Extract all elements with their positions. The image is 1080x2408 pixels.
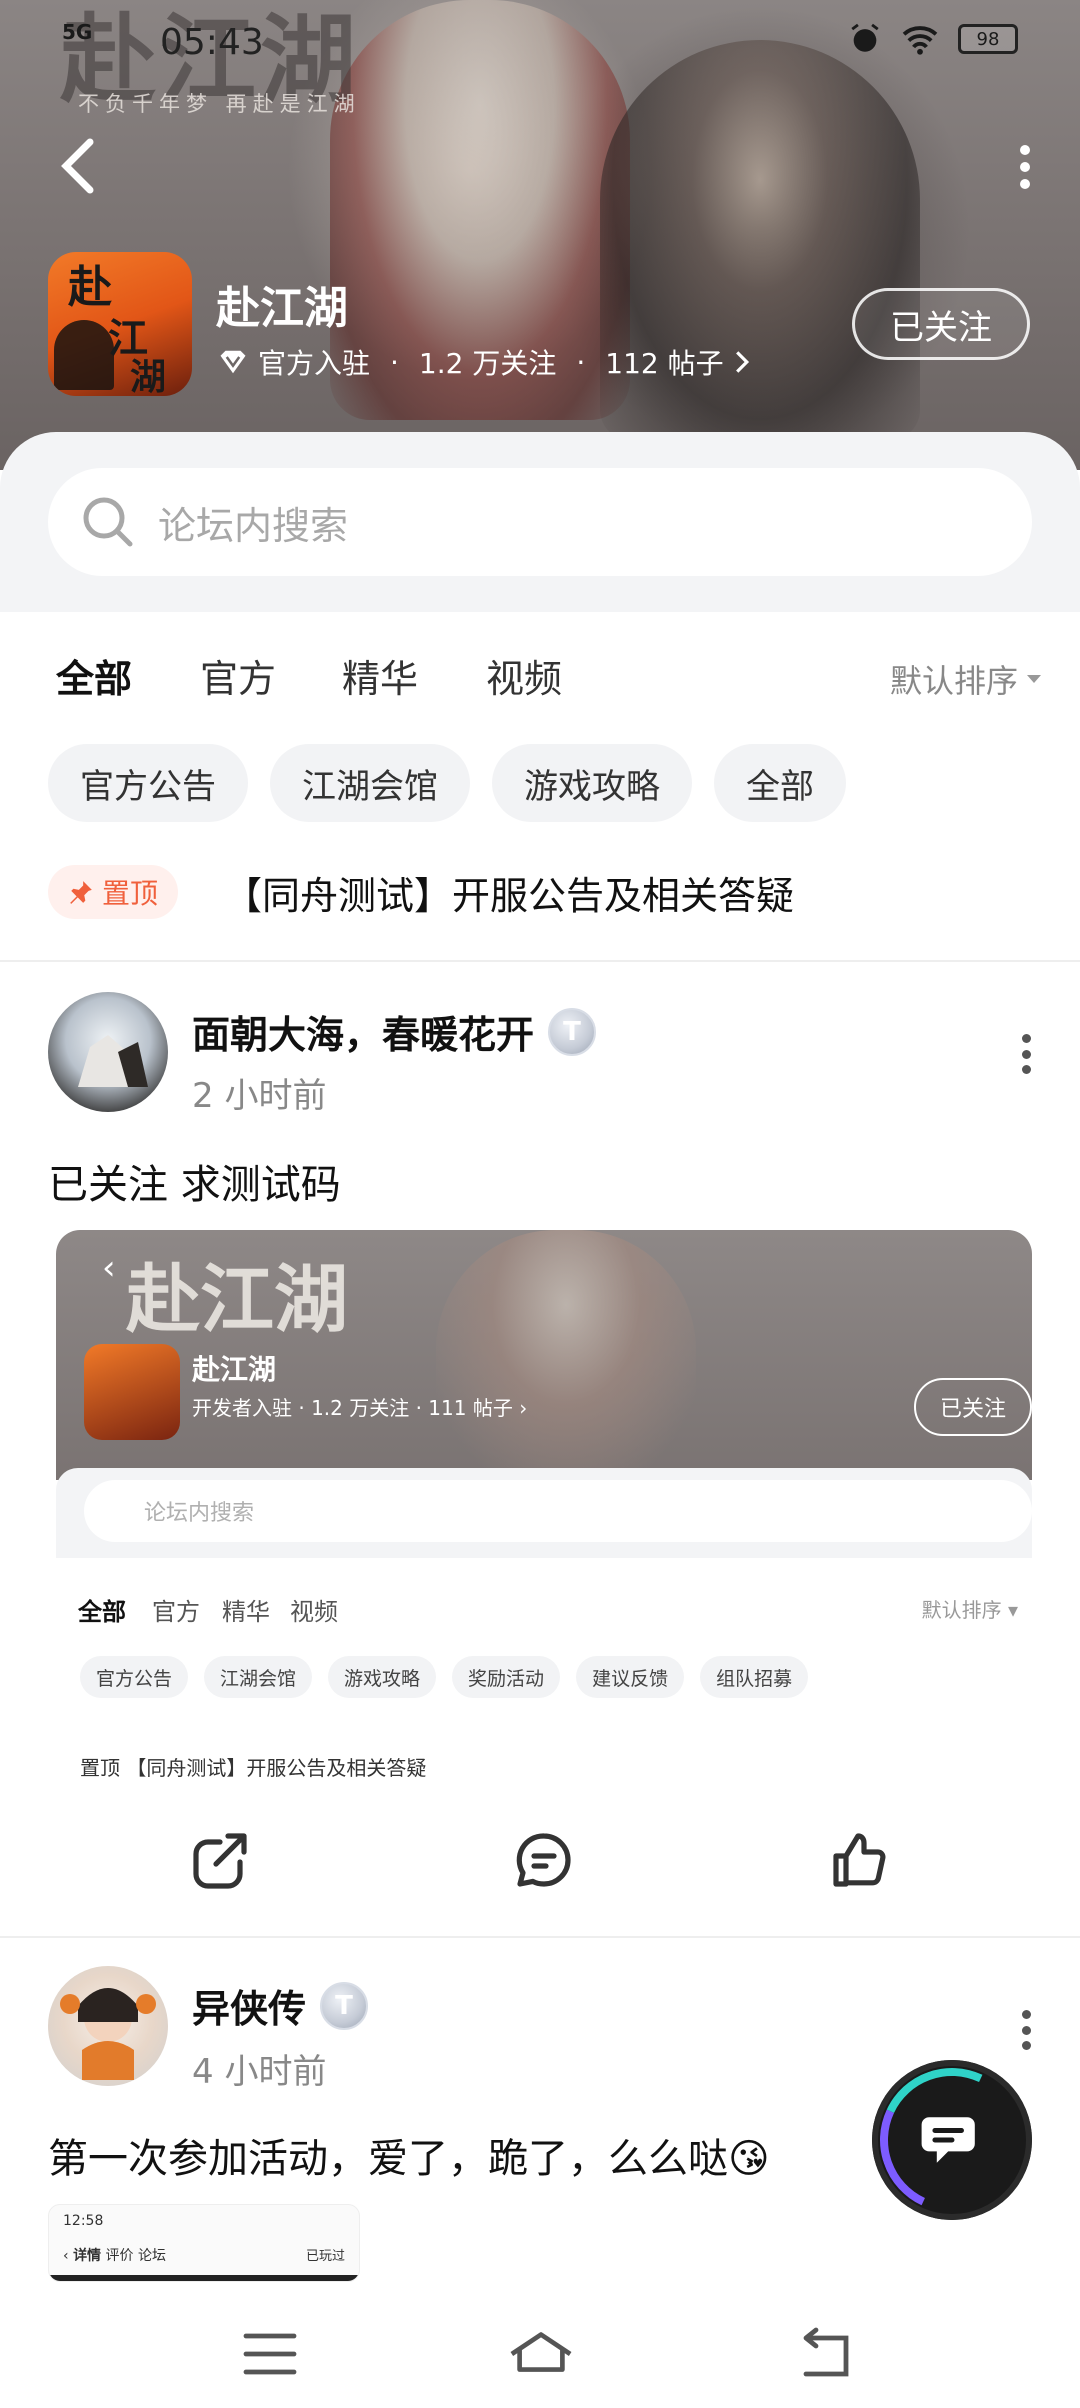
tab-all[interactable]: 全部 bbox=[56, 648, 132, 709]
chat-fab-button[interactable] bbox=[859, 2047, 1045, 2233]
pin-icon bbox=[70, 881, 92, 904]
status-time: 05:43 bbox=[160, 22, 264, 63]
post-image[interactable]: ‹ 赴江湖 赴江湖 开发者入驻 · 1.2 万关注 · 111 帖子 › 已关注… bbox=[56, 1230, 1032, 1780]
search-icon bbox=[83, 497, 133, 547]
forum-banner: 赴江湖 不负千年梦 再赴是江湖 5G 05:43 98 赴 江 湖 赴江湖 官方 bbox=[0, 0, 1080, 470]
home-icon[interactable] bbox=[506, 2326, 576, 2382]
chip-game-guide[interactable]: 游戏攻略 bbox=[492, 744, 692, 822]
divider bbox=[0, 1936, 1080, 1938]
chip-official-announcement[interactable]: 官方公告 bbox=[48, 744, 248, 822]
post-more-button[interactable] bbox=[1016, 2010, 1036, 2050]
avatar[interactable] bbox=[48, 1966, 168, 2086]
official-label: 官方入驻 bbox=[258, 347, 371, 380]
post-text: 第一次参加活动，爱了，跪了，么么哒😘 bbox=[48, 2136, 770, 2182]
chip-jianghu-hall[interactable]: 江湖会馆 bbox=[270, 744, 470, 822]
return-icon[interactable] bbox=[794, 2326, 854, 2382]
forum-page: 赴江湖 不负千年梦 再赴是江湖 5G 05:43 98 赴 江 湖 赴江湖 官方 bbox=[0, 0, 1080, 2408]
back-icon bbox=[61, 138, 94, 194]
forum-meta[interactable]: 官方入驻 · 1.2 万关注 · 112 帖子 bbox=[218, 342, 750, 382]
post-time: 2 小时前 bbox=[192, 1076, 327, 1116]
more-icon bbox=[1021, 2010, 1031, 2019]
followers-count: 1.2 万关注 bbox=[418, 347, 557, 380]
post-actions bbox=[0, 1808, 1080, 1908]
pinned-badge: 置顶 bbox=[48, 865, 179, 919]
divider bbox=[0, 960, 1080, 962]
search-section: 论坛内搜索 bbox=[0, 432, 1080, 612]
chip-all[interactable]: 全部 bbox=[714, 744, 846, 822]
system-nav-bar bbox=[0, 2300, 1080, 2408]
follow-button[interactable]: 已关注 bbox=[852, 288, 1030, 360]
alarm-icon bbox=[851, 23, 879, 52]
verified-icon bbox=[220, 350, 246, 374]
forum-tabs: 全部 官方 精华 视频 默认排序 bbox=[0, 612, 1080, 732]
user-level-badge: T bbox=[548, 1007, 597, 1056]
post-author[interactable]: 异侠传 T bbox=[192, 1978, 369, 2033]
tab-official[interactable]: 官方 bbox=[200, 648, 276, 703]
more-options-button[interactable] bbox=[1010, 145, 1040, 189]
tab-video[interactable]: 视频 bbox=[486, 648, 562, 703]
post-image[interactable]: 12:58 ‹ 详情 评价 论坛 已玩过 bbox=[48, 2204, 360, 2282]
search-input[interactable]: 论坛内搜索 bbox=[48, 468, 1032, 576]
pinned-title: 【同舟测试】开服公告及相关答疑 bbox=[224, 873, 795, 918]
screenshot-app-icon bbox=[84, 1344, 180, 1440]
sort-dropdown[interactable]: 默认排序 bbox=[890, 656, 1042, 702]
comment-icon[interactable] bbox=[512, 1828, 576, 1892]
avatar[interactable] bbox=[48, 992, 168, 1112]
post-more-button[interactable] bbox=[1016, 1034, 1036, 1074]
chevron-right-icon bbox=[735, 351, 749, 373]
back-button[interactable] bbox=[58, 138, 98, 194]
character-avatar-image bbox=[60, 1988, 156, 2080]
tab-featured[interactable]: 精华 bbox=[342, 648, 418, 703]
post-text: 已关注 求测试码 bbox=[48, 1162, 341, 1208]
screenshot-header: ‹ 赴江湖 赴江湖 开发者入驻 · 1.2 万关注 · 111 帖子 › 已关注 bbox=[56, 1230, 1032, 1480]
pinned-post[interactable]: 置顶 【同舟测试】开服公告及相关答疑 bbox=[48, 862, 1038, 922]
like-icon[interactable] bbox=[826, 1828, 890, 1892]
forum-app-icon: 赴 江 湖 bbox=[48, 252, 192, 396]
forum-title: 赴江湖 bbox=[216, 283, 348, 334]
more-icon bbox=[1021, 1034, 1031, 1043]
battery-icon: 98 bbox=[958, 24, 1018, 54]
network-indicator: 5G bbox=[62, 20, 93, 44]
wifi-icon bbox=[902, 26, 938, 55]
menu-icon[interactable] bbox=[240, 2326, 300, 2382]
status-bar: 5G 05:43 98 bbox=[0, 0, 1080, 80]
search-placeholder: 论坛内搜索 bbox=[158, 503, 349, 548]
category-chips: 官方公告 江湖会馆 游戏攻略 全部 bbox=[48, 744, 846, 822]
banner-slogan: 不负千年梦 再赴是江湖 bbox=[78, 92, 361, 116]
share-icon[interactable] bbox=[188, 1828, 252, 1892]
more-icon bbox=[1020, 145, 1030, 155]
post-author[interactable]: 面朝大海，春暖花开 T bbox=[192, 1004, 597, 1059]
user-level-badge: T bbox=[320, 1981, 369, 2030]
post-time: 4 小时前 bbox=[192, 2052, 327, 2092]
wolf-avatar-image bbox=[78, 1035, 148, 1087]
chat-icon bbox=[921, 2117, 975, 2163]
caret-down-icon bbox=[1027, 675, 1041, 683]
posts-count: 112 帖子 bbox=[605, 347, 724, 380]
